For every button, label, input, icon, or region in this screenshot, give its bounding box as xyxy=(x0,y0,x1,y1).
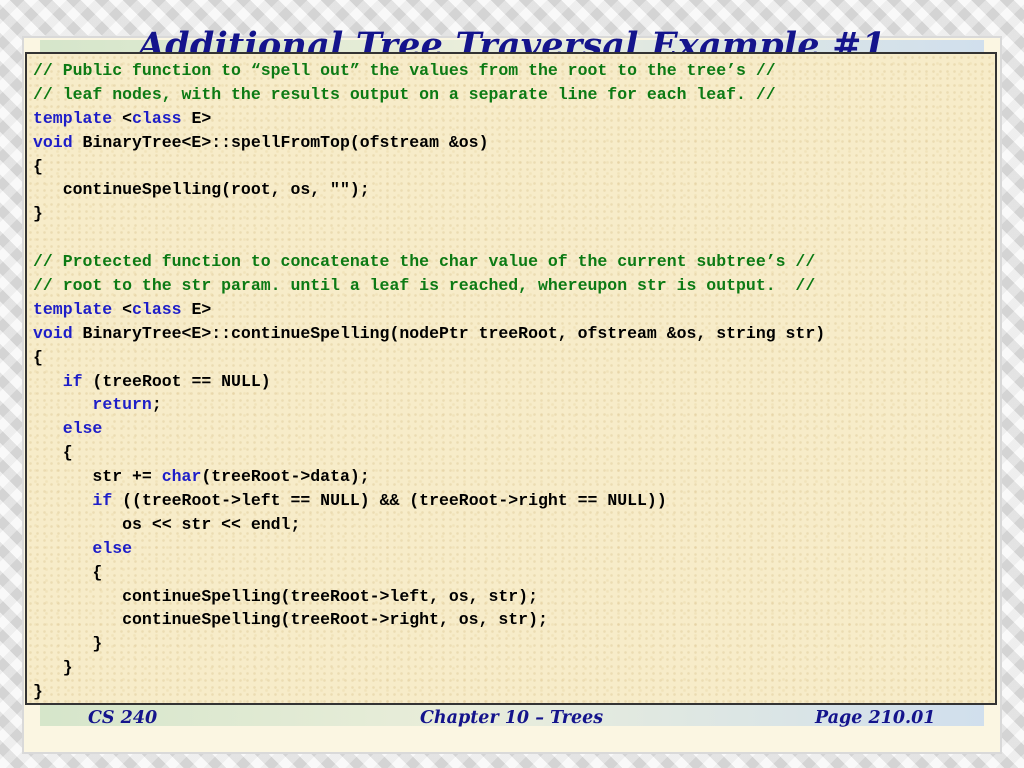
code-line: continueSpelling(treeRoot->left, os, str… xyxy=(33,585,995,609)
code-keyword: return xyxy=(92,395,152,415)
code-text: (treeRoot == NULL) xyxy=(82,371,271,391)
code-text: < xyxy=(112,108,133,128)
footer-page-number: Page 210.01 xyxy=(815,708,936,728)
code-keyword: if xyxy=(62,371,83,391)
code-line: void BinaryTree<E>::spellFromTop(ofstrea… xyxy=(33,131,995,155)
code-line: } xyxy=(33,202,995,226)
code-text: { xyxy=(33,156,43,176)
code-line: if (treeRoot == NULL) xyxy=(33,370,995,394)
code-text: ; xyxy=(151,395,162,415)
code-line: return; xyxy=(33,393,995,417)
code-text: E> xyxy=(181,299,212,319)
code-line: } xyxy=(33,632,995,656)
code-text: { xyxy=(33,562,103,582)
code-text: os << str << endl; xyxy=(33,514,301,534)
code-line: // leaf nodes, with the results output o… xyxy=(33,83,995,107)
footer-chapter: Chapter 10 – Trees xyxy=(420,708,604,728)
code-text: } xyxy=(33,658,73,678)
code-comment: // root to the str param. until a leaf i… xyxy=(33,276,816,296)
code-text: } xyxy=(33,682,43,702)
code-keyword: void xyxy=(33,132,73,152)
code-comment: // Protected function to concatenate the… xyxy=(33,252,816,272)
code-text: continueSpelling(root, os, ""); xyxy=(33,180,370,200)
code-line: { xyxy=(33,346,995,370)
code-text: continueSpelling(treeRoot->left, os, str… xyxy=(33,586,538,606)
code-text: str += xyxy=(33,467,162,487)
code-text: continueSpelling(treeRoot->right, os, st… xyxy=(33,610,548,630)
code-text: E> xyxy=(181,108,212,128)
code-text: < xyxy=(112,299,133,319)
code-line: else xyxy=(33,537,995,561)
code-text: { xyxy=(33,347,43,367)
code-comment: // Public function to “spell out” the va… xyxy=(33,61,776,80)
code-line: template <class E> xyxy=(33,298,995,322)
code-line: continueSpelling(treeRoot->right, os, st… xyxy=(33,608,995,632)
code-keyword: class xyxy=(132,108,182,128)
code-keyword: else xyxy=(62,419,103,439)
code-line: // root to the str param. until a leaf i… xyxy=(33,274,995,298)
code-keyword: class xyxy=(132,299,182,319)
code-keyword: void xyxy=(33,323,73,343)
code-line: // Public function to “spell out” the va… xyxy=(33,59,995,83)
code-line: // Protected function to concatenate the… xyxy=(33,250,995,274)
code-line: { xyxy=(33,441,995,465)
code-text: } xyxy=(33,204,43,224)
code-text: BinaryTree<E>::continueSpelling(nodePtr … xyxy=(72,323,826,343)
code-keyword: if xyxy=(92,491,113,511)
code-line: os << str << endl; xyxy=(33,513,995,537)
code-line: continueSpelling(root, os, ""); xyxy=(33,178,995,202)
code-keyword: template xyxy=(33,299,113,319)
code-text: (treeRoot->data); xyxy=(201,467,370,487)
code-comment: // leaf nodes, with the results output o… xyxy=(33,84,776,104)
code-line: else xyxy=(33,417,995,441)
code-text: BinaryTree<E>::spellFromTop(ofstream &os… xyxy=(72,132,489,152)
code-line: void BinaryTree<E>::continueSpelling(nod… xyxy=(33,322,995,346)
code-text: { xyxy=(33,443,73,463)
footer-course: CS 240 xyxy=(88,708,158,728)
code-keyword: else xyxy=(92,538,133,558)
code-listing: // Public function to “spell out” the va… xyxy=(25,52,997,705)
code-line: str += char(treeRoot->data); xyxy=(33,465,995,489)
code-keyword: char xyxy=(161,467,202,487)
code-line: } xyxy=(33,680,995,704)
code-line: if ((treeRoot->left == NULL) && (treeRoo… xyxy=(33,489,995,513)
code-text: } xyxy=(33,634,103,654)
code-keyword: template xyxy=(33,108,113,128)
code-text: ((treeRoot->left == NULL) && (treeRoot->… xyxy=(112,491,667,511)
code-line: { xyxy=(33,561,995,585)
code-line: template <class E> xyxy=(33,107,995,131)
code-line: { xyxy=(33,155,995,179)
code-line: } xyxy=(33,656,995,680)
